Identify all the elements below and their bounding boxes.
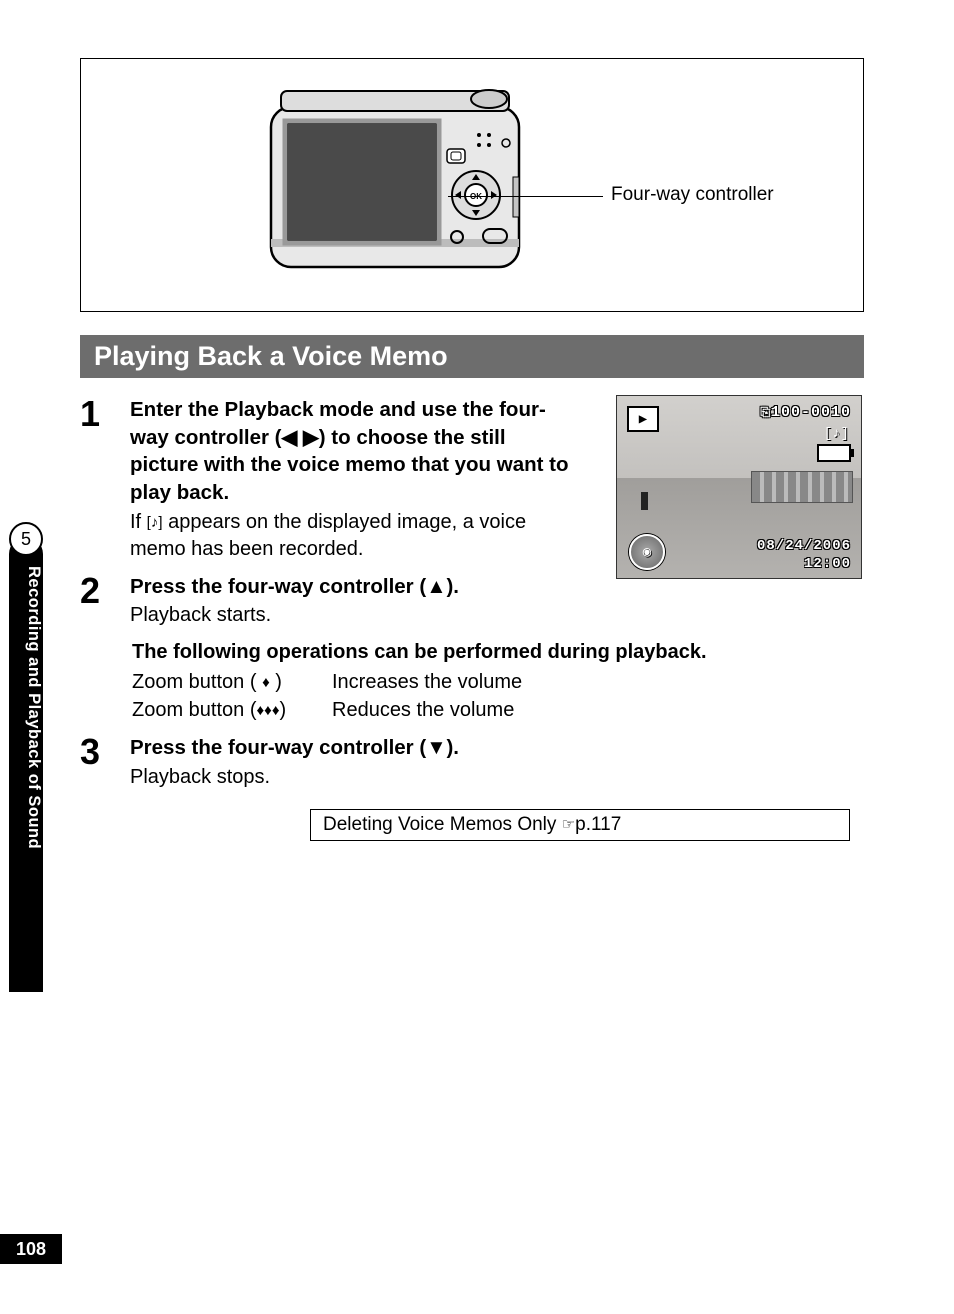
chapter-tab: 5 Recording and Playback of Sound [0,522,42,1002]
operation-row-2: Zoom button (♦♦♦) Reduces the volume [132,697,864,725]
illustration-box: OK Four-way controller [80,58,864,312]
zoom-in-icon: ♦ [262,674,270,691]
camera-illustration: OK [261,77,541,297]
playback-mode-icon: ▶ [627,406,659,432]
step-number: 1 [80,396,130,432]
operation-row-1: Zoom button ( ♦ ) Increases the volume [132,669,864,697]
zoom-out-icon: ♦♦♦ [257,702,280,719]
speaker-icon: ◉ [629,534,665,570]
step-3: 3 Press the four-way controller (▼). Pla… [80,734,864,791]
operations-block: The following operations can be performe… [132,639,864,724]
callout-line [448,196,603,197]
step-3-sub: Playback stops. [130,764,864,791]
step-1-heading: Enter the Playback mode and use the four… [130,396,570,507]
lcd-time: 12:00 [804,556,851,572]
lcd-date: 08/24/2006 [757,538,851,554]
lcd-preview: ▶ ⎘100-0010 [♪] ◉ 08/24/2006 12:00 [616,395,862,579]
step-2: 2 Press the four-way controller (▲). Pla… [80,573,864,630]
step-1-sub: If [♪] appears on the displayed image, a… [130,509,570,563]
battery-icon [817,444,851,462]
step-3-heading: Press the four-way controller (▼). [130,734,864,762]
step-2-sub: Playback starts. [130,602,864,629]
voice-memo-icon: [♪] [824,426,849,442]
page-number: 108 [0,1234,62,1264]
callout-label: Four-way controller [611,184,774,206]
step-number: 2 [80,573,130,609]
section-title: Playing Back a Voice Memo [80,335,864,378]
voice-memo-inline-icon: [♪] [147,514,163,531]
step-number: 3 [80,734,130,770]
folder-number: ⎘100-0010 [760,404,851,421]
chapter-label: Recording and Playback of Sound [9,562,43,849]
pointer-icon: ☞ [562,816,575,833]
chapter-number: 5 [9,522,43,556]
cross-reference: Deleting Voice Memos Only ☞p.117 [310,809,850,841]
operations-heading: The following operations can be performe… [132,639,864,667]
